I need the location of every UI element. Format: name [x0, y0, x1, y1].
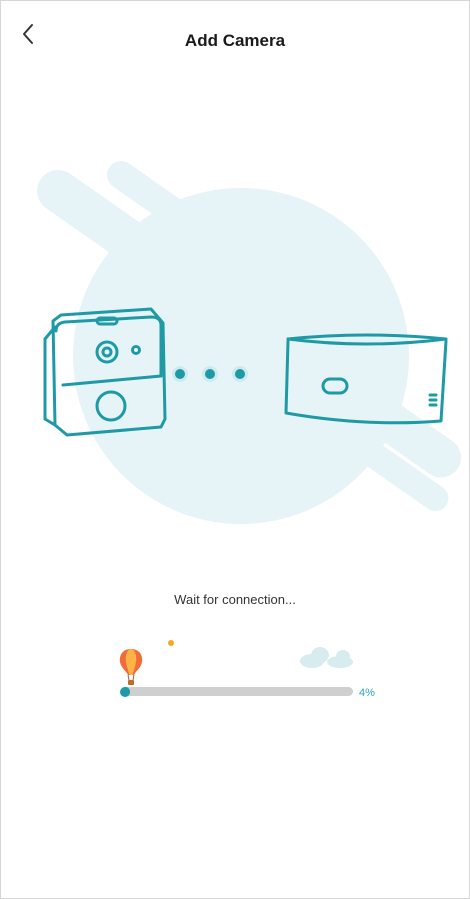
page-title: Add Camera	[184, 31, 286, 50]
pairing-illustration	[37, 161, 462, 524]
backdrop-shape	[37, 161, 462, 524]
header: Add Camera	[1, 1, 469, 81]
connection-status-text: Wait for connection...	[174, 592, 296, 607]
hot-air-balloon-icon	[119, 649, 143, 685]
add-camera-screen: Add Camera Wait for connection... 4%	[0, 0, 470, 899]
progress-track	[121, 687, 353, 696]
connection-dots	[172, 366, 248, 382]
progress-percent: 4%	[359, 687, 375, 699]
decor-dot	[168, 640, 174, 646]
clouds-icon	[300, 647, 353, 668]
connection-progress: 4%	[101, 631, 401, 711]
